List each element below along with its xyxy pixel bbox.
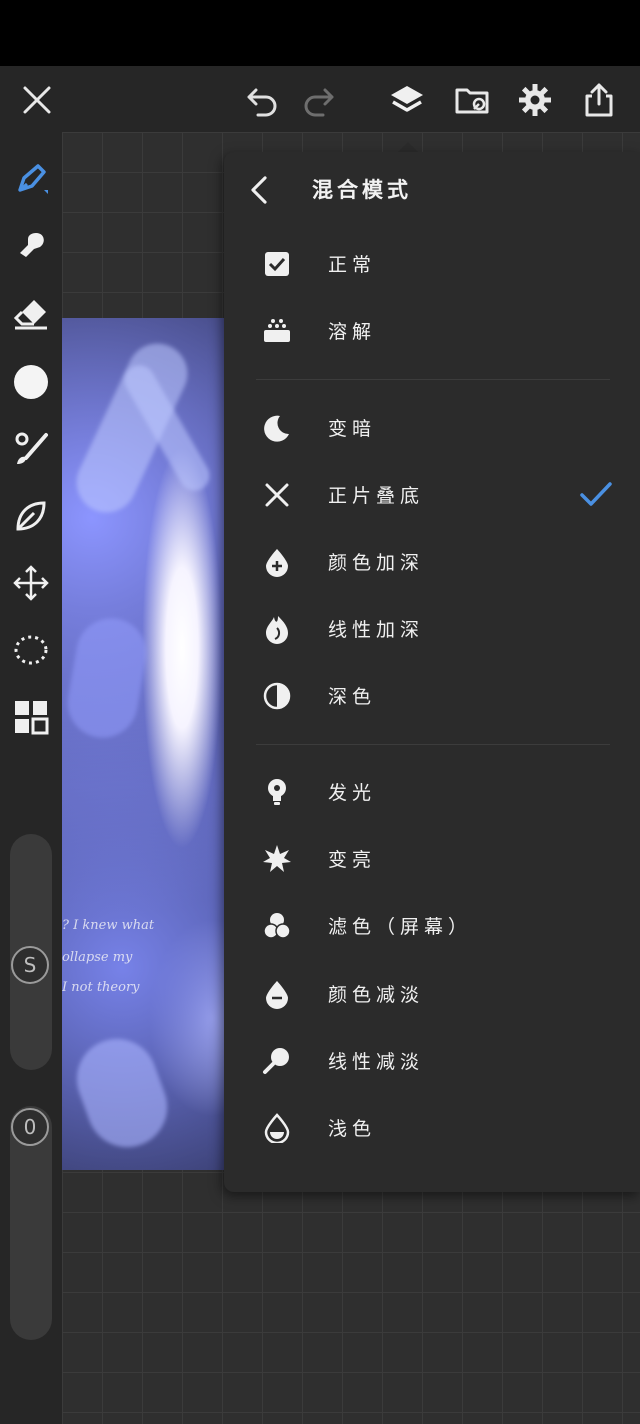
blend-mode-label: 颜色加深 — [328, 552, 425, 574]
multiply-x-icon — [260, 478, 294, 512]
blend-mode-lighter-color[interactable]: 浅色 — [224, 1095, 640, 1161]
dissolve-icon — [260, 314, 294, 348]
drop-minus-icon — [260, 977, 294, 1011]
screen-circles-icon — [260, 909, 294, 943]
blend-mode-normal[interactable]: 正常 — [224, 231, 640, 297]
blend-mode-color-dodge[interactable]: 颜色减淡 — [224, 961, 640, 1027]
blend-mode-darker-color[interactable]: 深色 — [224, 663, 640, 729]
panel-caret — [398, 142, 418, 152]
droplet-outline-icon — [260, 1111, 294, 1145]
lasso-icon[interactable] — [10, 629, 52, 671]
artwork-text-line: I not theory — [62, 980, 140, 995]
drop-plus-icon — [260, 545, 294, 579]
flame-icon — [260, 612, 294, 646]
sparkle-icon — [260, 842, 294, 876]
bulb-icon — [260, 775, 294, 809]
blend-mode-label: 深色 — [328, 686, 377, 708]
blend-mode-panel: 混合模式 正常 溶解 变暗 正片叠底 颜色加深 线性加深 深色 发光 变亮 滤色… — [224, 152, 640, 1192]
blend-mode-label: 线性加深 — [328, 619, 425, 641]
brush-size-badge: S — [11, 946, 49, 984]
undo-icon[interactable] — [242, 80, 282, 120]
selected-check-icon — [580, 482, 612, 506]
blend-mode-label: 发光 — [328, 782, 377, 804]
brush-icon[interactable] — [10, 158, 52, 200]
eraser-icon[interactable] — [10, 293, 52, 335]
blend-mode-lighten[interactable]: 变亮 — [224, 826, 640, 892]
layers-icon[interactable] — [387, 80, 427, 120]
blend-mode-label: 颜色减淡 — [328, 984, 425, 1006]
panel-header: 混合模式 — [224, 152, 640, 228]
top-toolbar — [0, 66, 640, 132]
grid-icon[interactable] — [10, 696, 52, 738]
artwork-text-line: ollapse my — [62, 950, 133, 965]
blend-mode-dissolve[interactable]: 溶解 — [224, 298, 640, 364]
color-icon[interactable] — [10, 361, 52, 403]
magnifier-icon — [260, 1044, 294, 1078]
checkbox-icon — [260, 247, 294, 281]
tool-sidebar: S 0 — [0, 132, 62, 1424]
smudge-icon[interactable] — [10, 225, 52, 267]
blend-mode-label: 滤色（屏幕） — [328, 916, 473, 938]
blend-mode-linear-burn[interactable]: 线性加深 — [224, 596, 640, 662]
blend-mode-label: 浅色 — [328, 1118, 377, 1140]
moon-icon — [260, 411, 294, 445]
brush-settings-icon[interactable] — [10, 428, 52, 470]
back-chevron-icon[interactable] — [244, 170, 274, 210]
folder-image-icon[interactable] — [452, 80, 492, 120]
blend-mode-label: 线性减淡 — [328, 1051, 425, 1073]
gear-icon[interactable] — [515, 80, 555, 120]
blend-mode-linear-dodge[interactable]: 线性减淡 — [224, 1028, 640, 1094]
blend-mode-label: 溶解 — [328, 321, 377, 343]
blend-mode-label: 正常 — [328, 254, 377, 276]
artwork-canvas[interactable]: ? I knew what ollapse my I not theory — [62, 318, 228, 1170]
status-bar — [0, 0, 640, 66]
panel-title: 混合模式 — [312, 178, 412, 202]
half-circle-icon — [260, 679, 294, 713]
divider — [256, 744, 610, 745]
divider — [256, 379, 610, 380]
opacity-badge: 0 — [11, 1108, 49, 1146]
blend-mode-color-burn[interactable]: 颜色加深 — [224, 529, 640, 595]
blend-mode-label: 正片叠底 — [328, 485, 425, 507]
blend-mode-screen[interactable]: 滤色（屏幕） — [224, 893, 640, 959]
artwork-text-line: ? I knew what — [62, 918, 155, 933]
blend-mode-darken[interactable]: 变暗 — [224, 395, 640, 461]
blend-mode-glow[interactable]: 发光 — [224, 759, 640, 825]
blend-mode-label: 变暗 — [328, 418, 377, 440]
close-icon[interactable] — [17, 80, 57, 120]
blend-mode-multiply[interactable]: 正片叠底 — [224, 462, 640, 528]
share-icon[interactable] — [579, 80, 619, 120]
transform-icon[interactable] — [10, 562, 52, 604]
liquify-icon[interactable] — [10, 495, 52, 537]
redo-icon[interactable] — [299, 80, 339, 120]
blend-mode-label: 变亮 — [328, 849, 377, 871]
